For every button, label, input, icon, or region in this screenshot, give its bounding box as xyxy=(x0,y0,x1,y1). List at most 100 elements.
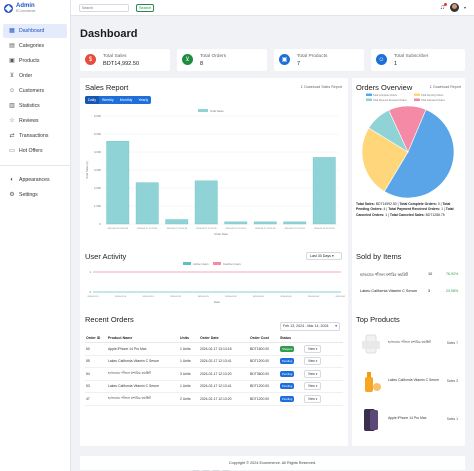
product-image xyxy=(362,334,380,354)
stat-label: Total Subscriber xyxy=(394,54,429,59)
x-tick-label: 2024-02-25 xyxy=(198,296,210,298)
stat-value: 1 xyxy=(394,61,398,67)
view-label: View xyxy=(308,396,315,401)
top-product-row[interactable]: Lakeu California Vitamin C Serum Sales 3 xyxy=(358,370,460,396)
sidebar-item-order[interactable]: ⊻ Order xyxy=(3,69,67,83)
bell-icon[interactable]: ♫ xyxy=(440,3,447,11)
top-product-row[interactable]: Apple iPhone 14 Pro Max Sales 1 xyxy=(358,408,460,434)
stat-value: 8 xyxy=(200,61,204,67)
x-tick-label: 2024-02-16 xyxy=(115,296,127,298)
table-row: 47 হ্যান্ডমেড পাঁজল মশারির কমপ্লিট 2 Uni… xyxy=(85,392,343,406)
sold-item-value: 3 xyxy=(428,289,431,293)
stat-card-total-products: ▣ Total Products 7 xyxy=(274,49,364,71)
brand-title: Admin ECommerce xyxy=(16,3,36,13)
tab-monthly[interactable]: Monthly xyxy=(117,96,136,104)
top-product-row[interactable]: হ্যান্ডমেড পাঁজল মশারির কমপ্লিট Sales 7 xyxy=(358,332,460,358)
sidebar-item-transactions[interactable]: ⇄ Transactions xyxy=(3,129,67,143)
sidebar-item-statistics[interactable]: ▥ Statistics xyxy=(3,99,67,113)
product-link[interactable]: Lakeu California Vitamin C Serum xyxy=(107,355,179,368)
y-tick-label: 3,000 xyxy=(94,168,101,172)
sidebar-nav: ▦ Dashboard ▤ Categories ▣ Products ⊻ Order … xyxy=(0,24,70,202)
sidebar-item-settings[interactable]: ⚙ Settings xyxy=(3,188,67,202)
download-sales-report-button[interactable]: ↧ Download Sales Report xyxy=(300,85,342,89)
tab-weekly[interactable]: Weekly xyxy=(99,96,117,104)
product-link[interactable]: হ্যান্ডমেড পাঁজল মশারির কমপ্লিট xyxy=(107,367,179,381)
sidebar-item-reviews[interactable]: ☆ Reviews xyxy=(3,114,67,128)
sidebar-item-appearances[interactable]: ◐ Appearances xyxy=(3,173,67,187)
product-link[interactable]: হ্যান্ডমেড পাঁজল মশারির কমপ্লিট xyxy=(107,392,179,406)
sold-item-percent: 76.92% xyxy=(446,272,459,276)
avatar[interactable] xyxy=(449,3,459,12)
view-button[interactable]: View ▾ xyxy=(304,344,322,353)
search-input[interactable] xyxy=(79,4,129,12)
x-tick-label: 2024-03-11 xyxy=(335,296,345,298)
date-range-value: Feb 13, 2024 - Mar 14, 2024 xyxy=(283,324,329,328)
bar xyxy=(283,221,307,225)
order-id: 53 xyxy=(85,380,107,393)
x-tick-label: 2024-02-22 xyxy=(170,296,182,298)
x-tick-label: 2024-02-17 12:13:41 xyxy=(285,228,306,230)
sidebar-item-hot-offers[interactable]: ▭ Hot Offers xyxy=(3,144,67,158)
view-button[interactable]: View ▾ xyxy=(304,382,322,391)
sidebar-item-dashboard[interactable]: ▦ Dashboard xyxy=(3,24,67,38)
y-tick-label: 0 xyxy=(89,290,91,294)
view-button[interactable]: View ▾ xyxy=(304,357,322,366)
sidebar-item-customers[interactable]: ☺ Customers xyxy=(3,84,67,98)
product-sales: Sales 1 xyxy=(446,417,458,421)
product-name: Lakeu California Vitamin C Serum xyxy=(388,378,440,382)
status-cell: Pending xyxy=(279,380,303,393)
column-header: Units xyxy=(179,334,199,343)
view-button[interactable]: View ▾ xyxy=(304,394,322,403)
sold-item-name: হ্যান্ডমেড পাঁজল মশারির কমপ্লিট xyxy=(360,273,408,277)
legend-label: Total Canceled Orders xyxy=(421,99,446,102)
order-units: 1 Units xyxy=(179,342,199,356)
summary-label: Total Canceled Sales: xyxy=(389,212,425,217)
brand-logo-icon xyxy=(4,3,13,13)
sales-bar-chart: Total Sales 0 1,000 2,000 3,000 4,000 5,000 6,0… xyxy=(85,109,339,236)
dashboard-icon: ▦ xyxy=(9,28,15,34)
tab-yearly[interactable]: Yearly xyxy=(135,96,151,104)
sidebar-item-categories[interactable]: ▤ Categories xyxy=(3,39,67,53)
sold-by-items-card: Sold by Items হ্যান্ডমেড পাঁজল মশারির কম… xyxy=(352,248,465,316)
x-axis-label: Order Date xyxy=(214,232,228,236)
column-header xyxy=(303,334,343,343)
search-button[interactable]: Search xyxy=(136,4,154,12)
order-id: 47 xyxy=(85,392,107,406)
box-icon: ▣ xyxy=(9,58,15,64)
x-tick-label: 2024-02-17 12:13:41 xyxy=(226,228,247,230)
download-report-button[interactable]: ↧ Download Report xyxy=(429,85,461,89)
sold-item-name: Lakeu California Vitamin C Serum xyxy=(360,289,418,293)
column-header: Order Date xyxy=(199,334,249,343)
orders-pie-chart: Total Complete Orders Total Pending Order… xyxy=(361,93,455,199)
user-activity-line-chart: Active Users Inactive Users 0 1 2024-02-13 20… xyxy=(87,262,345,304)
stat-card-total-sales: $ Total Sales BDT14,992.50 xyxy=(80,49,170,71)
chart-icon: ▥ xyxy=(9,103,15,109)
page-title: Dashboard xyxy=(80,28,138,40)
stat-value: 7 xyxy=(297,61,301,67)
product-link[interactable]: Lakeu California Vitamin C Serum xyxy=(107,380,179,393)
tab-daily[interactable]: Daily xyxy=(85,96,99,104)
x-tick-label: 2024-02-17 12:13:26 xyxy=(196,228,217,230)
product-link[interactable]: Apple iPhone 14 Pro Max xyxy=(107,342,179,356)
chevron-down-icon[interactable]: ▾ xyxy=(464,5,466,10)
x-tick-label: 2024-02-18 12:13:20 xyxy=(314,228,335,230)
summary-value: 4 xyxy=(383,207,386,212)
status-cell: Pending xyxy=(279,392,303,406)
summary-label: Total Complete Orders: xyxy=(399,202,437,206)
download-label: Download Sales Report xyxy=(304,85,342,89)
sidebar-item-label: Order xyxy=(19,73,33,79)
x-tick-label: 2024-02-13 xyxy=(87,296,99,298)
legend-swatch xyxy=(366,98,372,101)
activity-range-select[interactable]: Last 30 Days ▾ xyxy=(306,252,342,260)
brand[interactable]: Admin ECommerce xyxy=(0,0,70,16)
product-name: হ্যান্ডমেড পাঁজল মশারির কমপ্লিট xyxy=(388,340,431,344)
bar xyxy=(165,219,189,225)
date-range-picker[interactable]: Feb 13, 2024 - Mar 14, 2024 ▾ xyxy=(280,322,340,331)
sidebar-item-products[interactable]: ▣ Products xyxy=(3,54,67,68)
summary-value: 1 xyxy=(441,207,443,212)
view-button[interactable]: View ▾ xyxy=(304,369,322,378)
y-tick-label: 2,000 xyxy=(94,186,101,190)
order-units: 3 Units xyxy=(179,367,199,381)
user-activity-card: User Activity Last 30 Days ▾ Active User… xyxy=(80,248,348,316)
status-badge: Pending xyxy=(280,395,295,402)
